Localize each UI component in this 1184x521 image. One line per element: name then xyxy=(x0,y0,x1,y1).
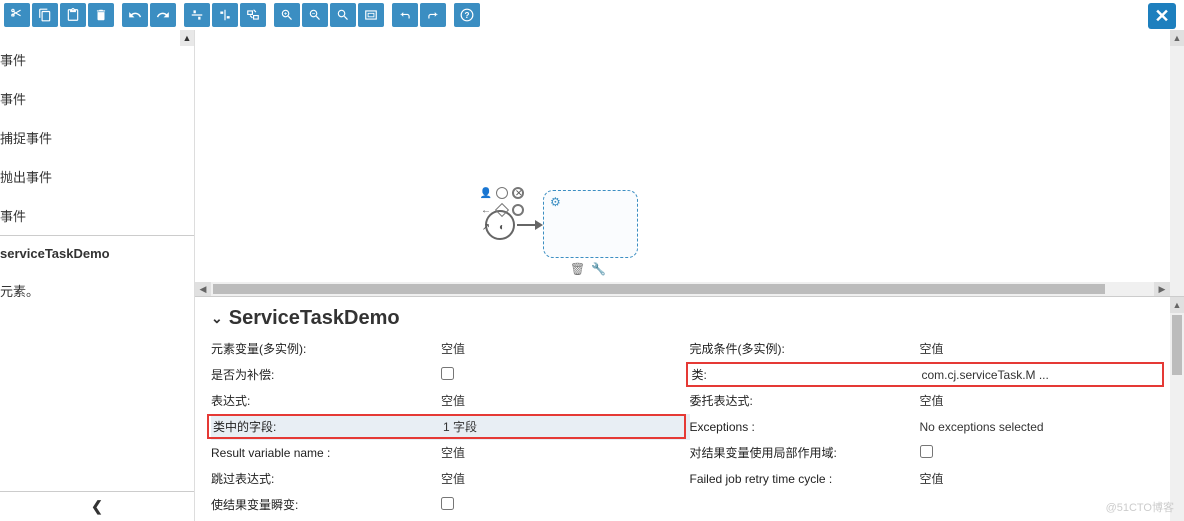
context-pad: 👤 ✕ ← ↗ ◐ xyxy=(479,186,525,234)
prop-row-left-2[interactable]: 表达式:空值 xyxy=(211,388,690,414)
checkbox[interactable] xyxy=(441,367,454,380)
prop-value xyxy=(920,445,1169,461)
sidebar: ▲ 事件事件捕捉事件抛出事件事件serviceTaskDemo元素。 ❮ xyxy=(0,30,195,521)
canvas-vscroll[interactable]: ▲ xyxy=(1170,30,1184,296)
redo-button[interactable] xyxy=(150,3,176,27)
prop-value: 空值 xyxy=(920,340,1169,357)
sidebar-item-0[interactable]: 事件 xyxy=(0,40,194,79)
sidebar-item-2[interactable]: 捕捉事件 xyxy=(0,118,194,157)
paste-button[interactable] xyxy=(60,3,86,27)
prop-value: No exceptions selected xyxy=(920,420,1169,434)
prop-value: 空值 xyxy=(920,392,1169,409)
properties-vscroll[interactable]: ▲ xyxy=(1170,297,1184,521)
prop-value xyxy=(441,367,690,383)
prop-label: 类中的字段: xyxy=(213,418,443,435)
align-v-button[interactable] xyxy=(212,3,238,27)
user-icon[interactable]: 👤 xyxy=(479,186,493,200)
prop-label: 对结果变量使用局部作用域: xyxy=(690,444,920,461)
prop-row-left-5[interactable]: 跳过表达式:空值 xyxy=(211,466,690,492)
bend-left-button[interactable] xyxy=(392,3,418,27)
prop-label: 跳过表达式: xyxy=(211,470,441,487)
gateway-icon[interactable] xyxy=(495,203,509,217)
connect-icon[interactable]: ↗ xyxy=(479,220,493,234)
zoom-fit-button[interactable] xyxy=(330,3,356,27)
prop-label: 是否为补偿: xyxy=(211,366,441,383)
prop-row-right-2[interactable]: 委托表达式:空值 xyxy=(690,388,1169,414)
annotation-icon[interactable]: ◐ xyxy=(495,220,509,234)
gear-icon: ⚙ xyxy=(550,195,561,209)
prop-label: 表达式: xyxy=(211,392,441,409)
prop-value: 空值 xyxy=(920,470,1169,487)
service-task-node[interactable]: ⚙ xyxy=(543,190,638,258)
prop-label: Result variable name : xyxy=(211,446,441,460)
align-h-button[interactable] xyxy=(184,3,210,27)
prop-label: 使结果变量瞬变: xyxy=(211,496,441,513)
bend-right-button[interactable] xyxy=(420,3,446,27)
zoom-actual-button[interactable] xyxy=(358,3,384,27)
prop-row-right-4[interactable]: 对结果变量使用局部作用域: xyxy=(690,440,1169,466)
svg-text:?: ? xyxy=(465,11,470,20)
collapse-left-icon: ❮ xyxy=(91,498,103,515)
prop-value: 空值 xyxy=(441,340,690,357)
sidebar-item-6[interactable]: serviceTaskDemo xyxy=(0,236,194,271)
watermark: @51CTO博客 xyxy=(1106,499,1174,515)
same-size-button[interactable] xyxy=(240,3,266,27)
close-button[interactable]: ✕ xyxy=(1148,3,1176,29)
canvas-hscroll[interactable]: ◀ ▶ xyxy=(195,282,1170,296)
delete-button[interactable] xyxy=(88,3,114,27)
collapse-properties-icon[interactable]: ⌄ xyxy=(211,310,223,327)
copy-button[interactable] xyxy=(32,3,58,27)
prop-row-left-6[interactable]: 使结果变量瞬变: xyxy=(211,492,690,518)
prop-value: 空值 xyxy=(441,444,690,461)
end-event-icon[interactable] xyxy=(511,203,525,217)
help-button[interactable]: ? xyxy=(454,3,480,27)
prop-label: Failed job retry time cycle : xyxy=(690,472,920,486)
prop-row-left-3[interactable]: 类中的字段:1 字段 xyxy=(211,414,690,440)
sidebar-item-1[interactable]: 事件 xyxy=(0,79,194,118)
prop-row-right-1[interactable]: 类:com.cj.serviceTask.M ... xyxy=(690,362,1169,388)
prop-label: 完成条件(多实例): xyxy=(690,340,920,357)
prop-value xyxy=(441,497,690,513)
prop-row-left-0[interactable]: 元素变量(多实例):空值 xyxy=(211,336,690,362)
toolbar: ? ✕ xyxy=(0,0,1184,30)
sidebar-item-7[interactable]: 元素。 xyxy=(0,271,194,310)
sidebar-collapse-bar[interactable]: ❮ xyxy=(0,491,194,521)
zoom-out-button[interactable] xyxy=(302,3,328,27)
prop-row-left-1[interactable]: 是否为补偿: xyxy=(211,362,690,388)
circle-icon[interactable] xyxy=(495,186,509,200)
prop-row-right-5[interactable]: Failed job retry time cycle :空值 xyxy=(690,466,1169,492)
cut-button[interactable] xyxy=(4,3,30,27)
prop-value: 空值 xyxy=(441,392,690,409)
prop-label: 委托表达式: xyxy=(690,392,920,409)
wrench-icon[interactable]: 🔧 xyxy=(591,262,606,276)
checkbox[interactable] xyxy=(920,445,933,458)
undo-button[interactable] xyxy=(122,3,148,27)
sidebar-item-4[interactable]: 事件 xyxy=(0,196,194,235)
prop-row-right-3[interactable]: Exceptions :No exceptions selected xyxy=(690,414,1169,440)
delete-node-icon[interactable]: 🗑 xyxy=(570,262,585,276)
prop-row-right-0[interactable]: 完成条件(多实例):空值 xyxy=(690,336,1169,362)
canvas[interactable]: ⚙ 👤 ✕ ← ↗ ◐ xyxy=(195,30,1184,296)
checkbox[interactable] xyxy=(441,497,454,510)
properties-panel: ⌄ ServiceTaskDemo 元素变量(多实例):空值是否为补偿:表达式:… xyxy=(195,296,1184,521)
properties-title: ServiceTaskDemo xyxy=(229,307,400,330)
prop-row-left-4[interactable]: Result variable name :空值 xyxy=(211,440,690,466)
prop-label: Exceptions : xyxy=(690,420,920,434)
prop-value: com.cj.serviceTask.M ... xyxy=(922,368,1159,382)
prop-value: 1 字段 xyxy=(443,418,680,435)
arrow-icon[interactable]: ← xyxy=(479,203,493,217)
zoom-in-button[interactable] xyxy=(274,3,300,27)
prop-label: 元素变量(多实例): xyxy=(211,340,441,357)
cancel-icon[interactable]: ✕ xyxy=(511,186,525,200)
sidebar-item-3[interactable]: 抛出事件 xyxy=(0,157,194,196)
prop-label: 类: xyxy=(692,366,922,383)
prop-value: 空值 xyxy=(441,470,690,487)
